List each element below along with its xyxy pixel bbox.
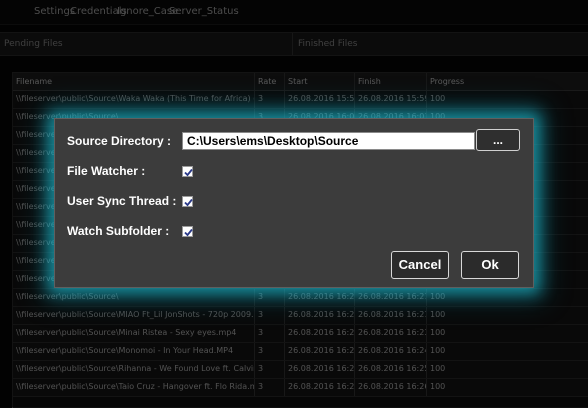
column-header-rate[interactable]: Rate — [255, 73, 285, 90]
cell-progress: 100 — [427, 307, 588, 324]
grid-header: Filename Rate Start Finish Progress — [13, 73, 588, 91]
cell-rate: 3 — [255, 307, 285, 324]
cell-filename: \\fileserver\public\Source\MIAO Ft_Lil J… — [13, 307, 255, 324]
menu-bar: Settings Credentials Ignore_Case Server_… — [0, 0, 588, 25]
cell-finish: 26.08.2016 15:59:44 — [355, 91, 427, 108]
cell-filename: \\fileserver\public\Source\Minai Ristea … — [13, 325, 255, 342]
cell-progress: 100 — [427, 325, 588, 342]
cell-finish: 26.08.2016 16:26:51 — [355, 379, 427, 396]
cell-rate: 3 — [255, 361, 285, 378]
cell-filename: \\fileserver\public\Source\Monomoi - In … — [13, 343, 255, 360]
column-header-start[interactable]: Start — [285, 73, 355, 90]
table-row[interactable]: \\fileserver\public\Source\Monomoi - In … — [13, 343, 588, 361]
cell-rate: 3 — [255, 325, 285, 342]
cancel-button[interactable]: Cancel — [391, 251, 449, 279]
cell-finish: 26.08.2016 16:21:59 — [355, 307, 427, 324]
cell-filename: \\fileserver\public\Source\Taio Cruz - H… — [13, 379, 255, 396]
tab-pending-files[interactable]: Pending Files — [4, 39, 63, 49]
cell-rate: 3 — [255, 343, 285, 360]
cell-progress: 100 — [427, 361, 588, 378]
table-row[interactable]: \\fileserver\public\Source\Minai Ristea … — [13, 325, 588, 343]
menu-item-server-status[interactable]: Server_Status — [169, 6, 239, 17]
cell-rate: 3 — [255, 289, 285, 306]
file-tabs: Pending Files Finished Files — [0, 32, 588, 56]
cell-start: 26.08.2016 16:22:11 — [285, 325, 355, 342]
cell-start: 26.08.2016 15:58:19 — [285, 91, 355, 108]
cell-start: 26.08.2016 16:24:31 — [285, 361, 355, 378]
table-row[interactable]: \\fileserver\public\Source\MIAO Ft_Lil J… — [13, 307, 588, 325]
checkmark-icon — [184, 198, 193, 207]
cell-progress: 100 — [427, 343, 588, 360]
cell-start: 26.08.2016 16:25:43 — [285, 379, 355, 396]
file-watcher-label: File Watcher : — [67, 164, 146, 178]
tab-finished-files[interactable]: Finished Files — [298, 39, 357, 49]
ok-button[interactable]: Ok — [461, 251, 519, 279]
watch-subfolder-checkbox[interactable] — [182, 226, 193, 237]
cell-filename: \\fileserver\public\Source\Waka Waka (Th… — [13, 91, 255, 108]
checkmark-icon — [184, 168, 193, 177]
user-sync-thread-checkbox[interactable] — [182, 196, 193, 207]
menu-item-settings[interactable]: Settings — [34, 6, 75, 17]
tab-divider — [292, 33, 293, 55]
watch-subfolder-label: Watch Subfolder : — [67, 224, 170, 238]
table-row[interactable]: \\fileserver\public\Source\Taio Cruz - H… — [13, 379, 588, 397]
cell-finish: 26.08.2016 16:25:41 — [355, 361, 427, 378]
source-directory-input[interactable] — [182, 132, 475, 150]
cell-finish: 26.08.2016 16:24:18 — [355, 343, 427, 360]
column-header-progress[interactable]: Progress — [427, 73, 588, 90]
cell-progress: 100 — [427, 289, 588, 306]
settings-dialog: Source Directory : ... File Watcher : Us… — [54, 118, 534, 288]
table-row[interactable]: \\fileserver\public\Source\326.08.2016 1… — [13, 289, 588, 307]
cell-filename: \\fileserver\public\Source\Rihanna - We … — [13, 361, 255, 378]
cell-rate: 3 — [255, 379, 285, 396]
cell-progress: 100 — [427, 379, 588, 396]
cell-finish: 26.08.2016 16:21: — [355, 289, 427, 306]
cell-start: 26.08.2016 16:21:05 — [285, 307, 355, 324]
cell-start: 26.08.2016 16:23:27 — [285, 343, 355, 360]
browse-button[interactable]: ... — [476, 129, 520, 151]
table-row[interactable]: \\fileserver\public\Source\Rihanna - We … — [13, 361, 588, 379]
cell-rate: 3 — [255, 91, 285, 108]
column-header-filename[interactable]: Filename — [13, 73, 255, 90]
source-directory-label: Source Directory : — [67, 134, 172, 148]
column-header-finish[interactable]: Finish — [355, 73, 427, 90]
cell-filename: \\fileserver\public\Source\ — [13, 289, 255, 306]
table-row[interactable]: \\fileserver\public\Source\Waka Waka (Th… — [13, 91, 588, 109]
cell-finish: 26.08.2016 16:23:09 — [355, 325, 427, 342]
file-watcher-checkbox[interactable] — [182, 166, 193, 177]
cell-progress: 100 — [427, 91, 588, 108]
cell-start: 26.08.2016 16:21: — [285, 289, 355, 306]
user-sync-thread-label: User Sync Thread : — [67, 194, 177, 208]
checkmark-icon — [184, 228, 193, 237]
